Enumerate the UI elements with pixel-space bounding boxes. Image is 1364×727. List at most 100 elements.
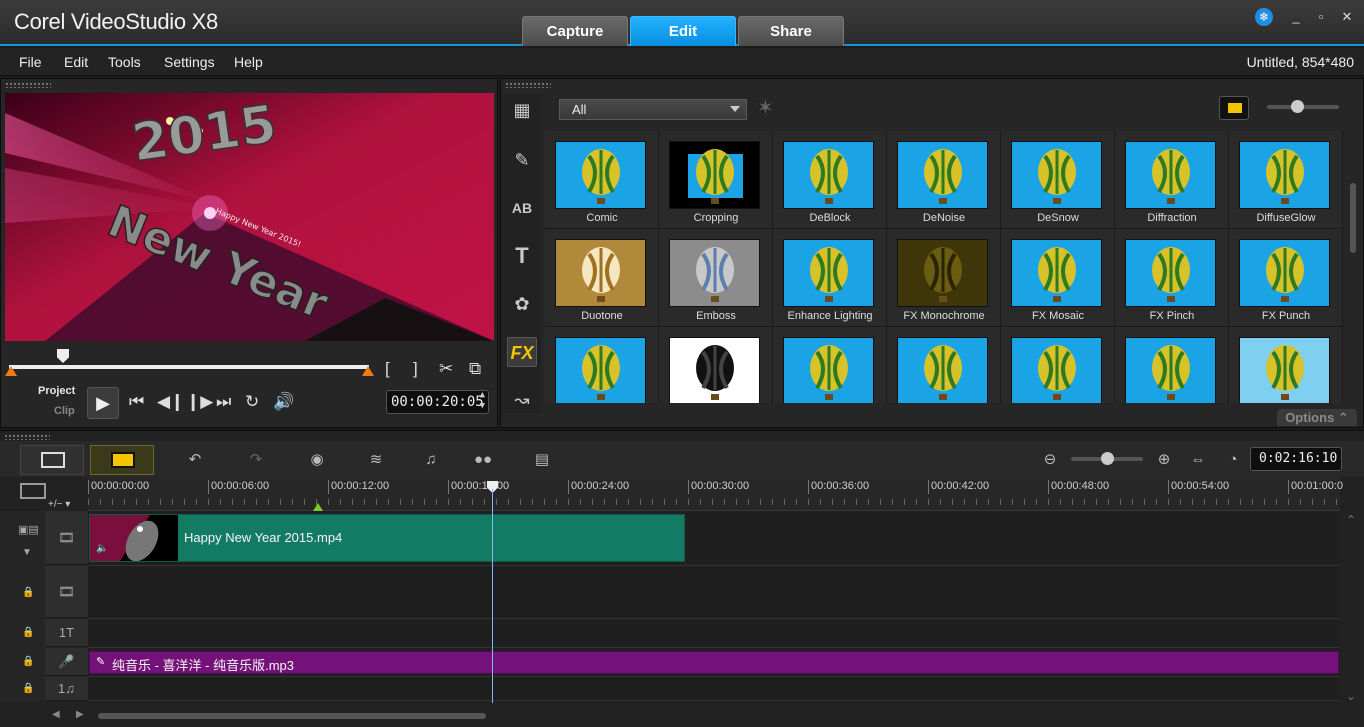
redo-icon[interactable]: ↷ xyxy=(243,449,269,471)
scrubber-handle[interactable] xyxy=(57,349,69,363)
effect-item[interactable] xyxy=(545,327,659,403)
effect-item[interactable] xyxy=(1001,327,1115,403)
trim-end-marker[interactable] xyxy=(362,366,374,376)
volume-icon[interactable]: 🔊 xyxy=(273,392,294,412)
scissors-icon[interactable]: ✂ xyxy=(439,359,453,379)
motion-tracking-icon[interactable]: ●● xyxy=(470,449,496,471)
library-scrollbar[interactable] xyxy=(1350,183,1356,253)
snowflake-icon[interactable]: ❄ xyxy=(1255,8,1273,26)
go-end-icon[interactable]: ⏭ xyxy=(216,392,231,412)
menu-settings[interactable]: Settings xyxy=(164,54,215,70)
menu-file[interactable]: File xyxy=(19,54,42,70)
music-track-header[interactable]: 1♫ xyxy=(45,677,88,701)
ripple-edit-icon[interactable]: ▣▤ xyxy=(18,523,39,536)
slider-knob[interactable] xyxy=(1101,452,1114,465)
timeline-ruler[interactable]: 00:00:00:00 00:00:06:00 00:00:12:00 00:00:1… xyxy=(88,477,1343,511)
zoom-in-icon[interactable]: ⊕ xyxy=(1151,449,1177,471)
repeat-icon[interactable]: ↻ xyxy=(245,392,259,412)
list-view-toggle[interactable] xyxy=(1219,96,1249,120)
effect-item[interactable] xyxy=(887,327,1001,403)
overlay-track-header[interactable]: 🎞 xyxy=(45,566,88,618)
playhead-line[interactable] xyxy=(492,489,493,703)
instant-project-icon[interactable]: ✎ xyxy=(507,145,537,175)
effect-item[interactable]: DiffuseGlow xyxy=(1229,131,1343,229)
effect-item[interactable]: FX Pinch xyxy=(1115,229,1229,327)
storyboard-view-button[interactable] xyxy=(20,445,84,475)
effect-item[interactable]: DeBlock xyxy=(773,131,887,229)
slider-knob[interactable] xyxy=(1291,100,1304,113)
title-track-header[interactable]: 1T xyxy=(45,619,88,647)
menu-tools[interactable]: Tools xyxy=(108,54,141,70)
restore-icon[interactable]: ▫ xyxy=(1312,9,1330,25)
mark-in-indicator[interactable] xyxy=(313,503,323,511)
scroll-left-icon[interactable]: ◀ xyxy=(52,709,60,720)
mark-in-button[interactable]: [ xyxy=(385,359,390,379)
lock-icon[interactable]: 🔒 xyxy=(22,683,34,694)
filter-category-select[interactable]: All xyxy=(559,99,747,120)
audio-clip[interactable]: ✎ 纯音乐 - 喜洋洋 - 纯音乐版.mp3 xyxy=(89,651,1339,674)
timecode-stepper-icon[interactable]: ▲ ▼ xyxy=(480,390,485,412)
music-track[interactable] xyxy=(88,677,1340,701)
go-start-icon[interactable]: ⏮ xyxy=(129,392,144,412)
effect-item[interactable]: FX Mosaic xyxy=(1001,229,1115,327)
effect-item[interactable]: Diffraction xyxy=(1115,131,1229,229)
voice-track-header[interactable]: 🎤 xyxy=(45,648,88,676)
add-to-favorites-icon[interactable]: ✶ xyxy=(757,95,774,120)
effect-item[interactable]: Cropping xyxy=(659,131,773,229)
tab-capture[interactable]: Capture xyxy=(522,16,628,46)
minimize-icon[interactable]: _ xyxy=(1287,9,1305,25)
timeline-zoom-slider[interactable] xyxy=(1071,452,1143,465)
panel-grip[interactable] xyxy=(5,82,51,88)
tab-edit[interactable]: Edit xyxy=(630,16,736,46)
video-track-header[interactable]: 🎞 xyxy=(45,511,88,565)
add-remove-chapter-button[interactable]: +/− ▾ xyxy=(48,499,70,510)
media-library-icon[interactable]: ▦ xyxy=(507,95,537,125)
transition-icon[interactable]: AB xyxy=(507,193,537,223)
effect-item[interactable]: Emboss xyxy=(659,229,773,327)
effect-item[interactable]: Duotone xyxy=(545,229,659,327)
effect-item[interactable]: Comic xyxy=(545,131,659,229)
title-track[interactable] xyxy=(88,619,1340,648)
trim-start-marker[interactable] xyxy=(5,366,17,376)
effect-item[interactable] xyxy=(773,327,887,403)
effect-item[interactable] xyxy=(1229,327,1343,403)
mode-project[interactable]: Project xyxy=(38,385,75,397)
overlay-track[interactable] xyxy=(88,566,1340,619)
timecode-field[interactable]: 00:00:20:05 ▲ ▼ xyxy=(386,390,489,414)
undo-icon[interactable]: ↶ xyxy=(182,449,208,471)
scroll-up-icon[interactable]: ⌃ xyxy=(1346,513,1356,527)
sound-mixer-icon[interactable]: ≋ xyxy=(363,449,389,471)
path-icon[interactable]: ↝ xyxy=(507,385,537,415)
ripple-dropdown-icon[interactable]: ▼ xyxy=(22,547,32,558)
lock-icon[interactable]: 🔒 xyxy=(22,587,34,598)
effect-item[interactable] xyxy=(659,327,773,403)
play-button[interactable]: ▶ xyxy=(87,387,119,419)
title-icon[interactable]: T xyxy=(507,241,537,271)
subtitle-editor-icon[interactable]: ▤ xyxy=(529,449,555,471)
effect-item[interactable]: Enhance Lighting xyxy=(773,229,887,327)
mode-clip[interactable]: Clip xyxy=(54,405,75,417)
lock-icon[interactable]: 🔒 xyxy=(22,627,34,638)
effect-item[interactable] xyxy=(1115,327,1229,403)
timeline-hscrollbar[interactable] xyxy=(98,713,486,719)
enlarge-icon[interactable]: ⧉ xyxy=(469,359,481,379)
close-icon[interactable]: ✕ xyxy=(1338,9,1356,25)
zoom-out-icon[interactable]: ⊖ xyxy=(1037,449,1063,471)
panel-grip[interactable] xyxy=(505,82,551,88)
effect-item[interactable]: FX Punch xyxy=(1229,229,1343,327)
lock-icon[interactable]: 🔒 xyxy=(22,656,34,667)
tab-share[interactable]: Share xyxy=(738,16,844,46)
track-manager-icon[interactable] xyxy=(20,483,46,499)
video-clip[interactable]: 🔈 Happy New Year 2015.mp4 xyxy=(89,514,685,562)
options-button[interactable]: Options ⌃ xyxy=(1277,409,1357,426)
mark-out-button[interactable]: ] xyxy=(413,359,418,379)
timeline-view-button[interactable] xyxy=(90,445,154,475)
next-frame-icon[interactable]: ❙▶ xyxy=(186,392,213,412)
auto-music-icon[interactable]: ♫ xyxy=(418,449,444,471)
thumbnail-size-slider[interactable] xyxy=(1267,100,1339,113)
fit-project-icon[interactable]: ⇔ xyxy=(1185,449,1211,471)
graphic-icon[interactable]: ✿ xyxy=(507,289,537,319)
scroll-right-icon[interactable]: ▶ xyxy=(76,709,84,720)
scrub-bar[interactable] xyxy=(9,365,369,369)
menu-edit[interactable]: Edit xyxy=(64,54,88,70)
